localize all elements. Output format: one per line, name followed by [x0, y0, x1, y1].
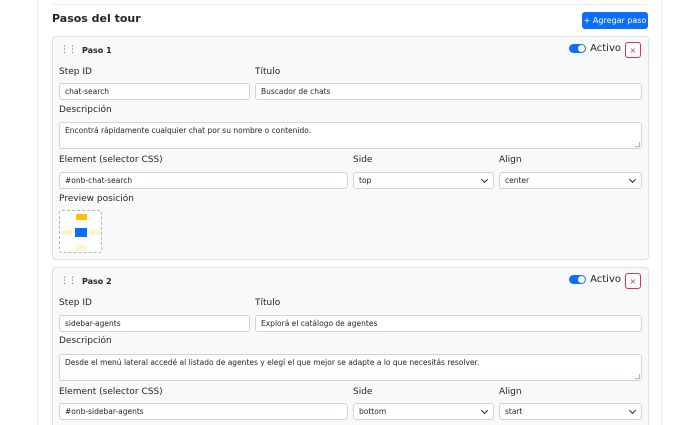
position-preview: [59, 210, 102, 253]
step-header: ⋮⋮ Paso 1: [60, 45, 112, 55]
description-textarea[interactable]: Desde el menú lateral accedé al listado …: [59, 354, 642, 381]
top-divider: [52, 4, 649, 5]
step-name: Paso 1: [82, 45, 112, 55]
description-text: Encontrá rápidamente cualquier chat por …: [65, 126, 312, 135]
element-selector-input[interactable]: #onb-sidebar-agents: [59, 403, 348, 420]
step-id-input[interactable]: chat-search: [59, 83, 250, 100]
description-textarea[interactable]: Encontrá rápidamente cualquier chat por …: [59, 122, 642, 149]
align-value: center: [505, 176, 530, 185]
title-input[interactable]: Explorá el catálogo de agentes: [255, 315, 642, 332]
preview-label: Preview posición: [59, 194, 134, 204]
active-toggle-group: Activo: [569, 43, 621, 54]
active-label: Activo: [590, 43, 621, 54]
step-id-label: Step ID: [59, 298, 92, 308]
element-selector-input[interactable]: #onb-chat-search: [59, 172, 348, 189]
step-card: ⋮⋮ Paso 2 Activo × Step ID sidebar-agent…: [52, 267, 649, 425]
preview-slot-top: [76, 214, 87, 220]
align-label: Align: [499, 387, 522, 397]
panel-right-border: [661, 0, 662, 425]
title-input[interactable]: Buscador de chats: [255, 83, 642, 100]
side-value: bottom: [359, 407, 387, 416]
step-name: Paso 2: [82, 276, 112, 286]
preview-slot-bottom: [76, 245, 87, 251]
panel-left-border: [37, 0, 38, 425]
chevron-down-icon: [480, 175, 489, 184]
resize-grip-icon[interactable]: [635, 374, 640, 379]
align-select[interactable]: start: [499, 403, 642, 420]
section-title: Pasos del tour: [52, 12, 141, 25]
align-select[interactable]: center: [499, 172, 642, 189]
chevron-down-icon: [628, 175, 637, 184]
chevron-down-icon: [480, 406, 489, 415]
step-id-label: Step ID: [59, 67, 92, 77]
side-label: Side: [353, 387, 373, 397]
align-label: Align: [499, 155, 522, 165]
side-select[interactable]: bottom: [353, 403, 494, 420]
step-id-input[interactable]: sidebar-agents: [59, 315, 250, 332]
drag-handle-icon[interactable]: ⋮⋮: [60, 45, 77, 55]
preview-slot-left: [62, 230, 72, 235]
description-text: Desde el menú lateral accedé al listado …: [65, 358, 480, 367]
element-label: Element (selector CSS): [59, 387, 163, 397]
preview-slot-right: [90, 230, 100, 235]
title-label: Título: [255, 67, 281, 77]
active-toggle[interactable]: [569, 44, 587, 53]
resize-grip-icon[interactable]: [635, 142, 640, 147]
side-value: top: [359, 176, 372, 185]
add-step-button[interactable]: + Agregar paso: [582, 12, 648, 29]
align-value: start: [505, 407, 523, 416]
element-label: Element (selector CSS): [59, 155, 163, 165]
description-label: Descripción: [59, 105, 112, 115]
side-select[interactable]: top: [353, 172, 494, 189]
remove-step-button[interactable]: ×: [625, 42, 641, 58]
remove-step-button[interactable]: ×: [625, 273, 641, 289]
chevron-down-icon: [628, 406, 637, 415]
side-label: Side: [353, 155, 373, 165]
drag-handle-icon[interactable]: ⋮⋮: [60, 276, 77, 286]
title-label: Título: [255, 298, 281, 308]
active-toggle[interactable]: [569, 275, 587, 284]
active-toggle-group: Activo: [569, 274, 621, 285]
description-label: Descripción: [59, 336, 112, 346]
preview-target: [75, 228, 87, 237]
active-label: Activo: [590, 274, 621, 285]
step-header: ⋮⋮ Paso 2: [60, 276, 112, 286]
step-card: ⋮⋮ Paso 1 Activo × Step ID chat-search T…: [52, 36, 649, 260]
